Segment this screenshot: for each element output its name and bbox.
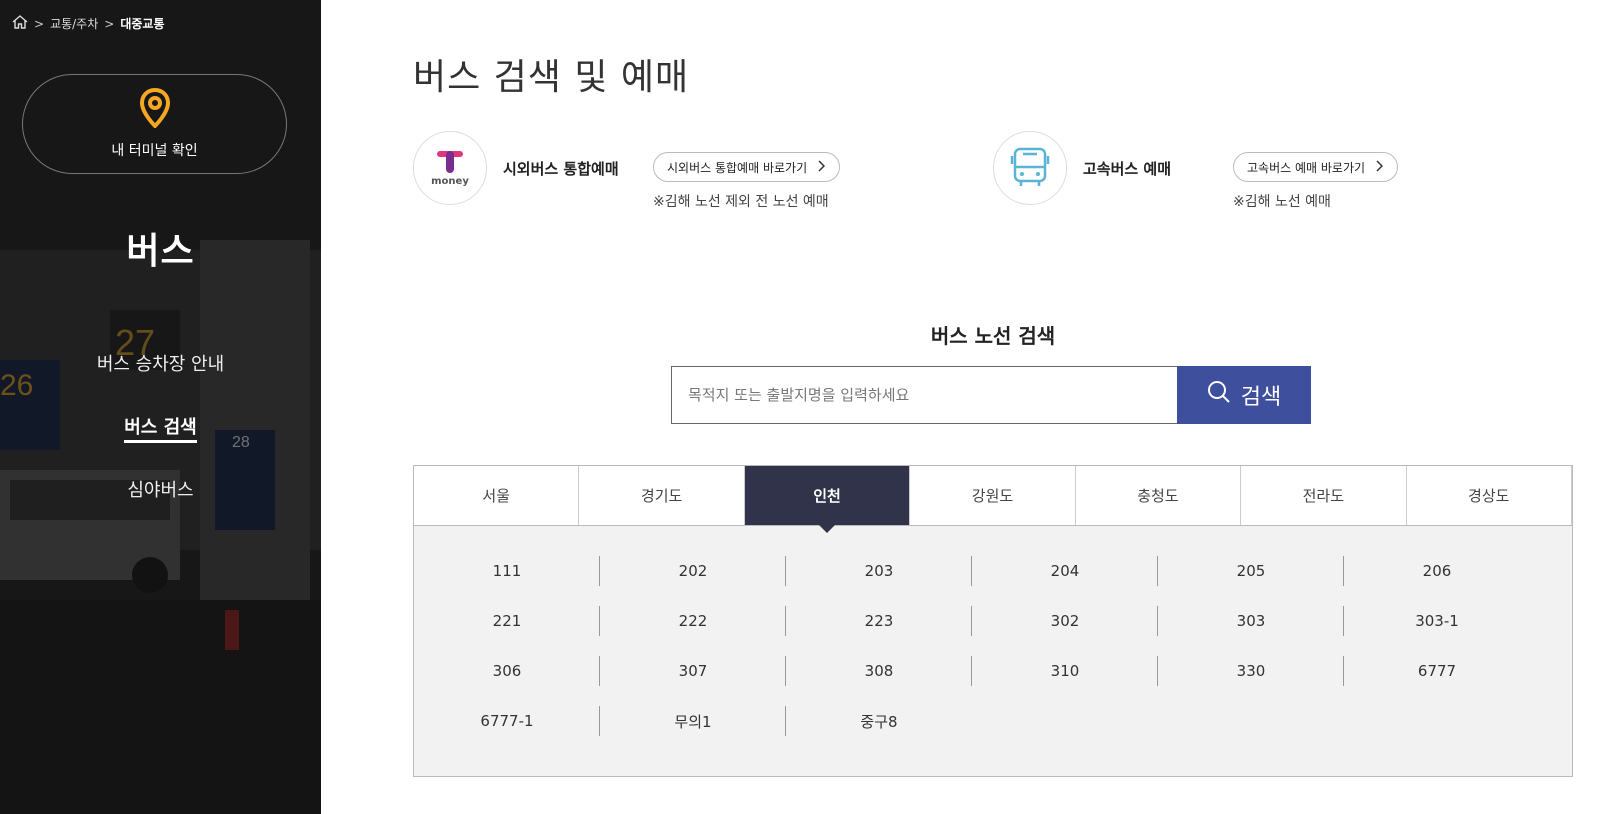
route-link[interactable]: 223 [786,606,972,636]
route-link[interactable]: 205 [1158,556,1344,586]
sidebar-item-night-bus[interactable]: 심야버스 [0,476,321,539]
breadcrumb-separator: > [34,16,45,31]
tab-gyeongsang[interactable]: 경상도 [1407,466,1572,525]
route-search-input[interactable] [671,366,1177,424]
sidebar-menu: 버스 승차장 안내 버스 검색 심야버스 [0,350,321,539]
chevron-right-icon [1375,159,1384,175]
route-link[interactable]: 222 [600,606,786,636]
route-link[interactable]: 303 [1158,606,1344,636]
tmoney-logo: money [413,131,487,205]
route-search-title: 버스 노선 검색 [930,324,1056,348]
sidebar-item-label: 버스 승차장 안내 [96,354,225,375]
sidebar-item-label: 버스 검색 [124,417,197,443]
page-title: 버스 검색 및 예매 [413,57,690,98]
tab-gangwon[interactable]: 강원도 [910,466,1076,525]
tmoney-logo-text: money [431,176,469,187]
breadcrumb-item-public-transport[interactable]: 대중교통 [120,15,164,32]
intercity-booking-note: ※김해 노선 제외 전 노선 예매 [653,194,829,210]
route-search-box: 검색 [671,366,1311,424]
route-link[interactable]: 204 [972,556,1158,586]
breadcrumb-separator: > [104,16,115,31]
search-button-label: 검색 [1240,385,1282,410]
main-content: 버스 검색 및 예매 money 시외버스 통합예매 시외버스 통합예매 바로가… [413,0,1573,814]
route-link[interactable]: 221 [414,606,600,636]
route-link[interactable]: 무의1 [600,706,786,736]
route-link[interactable]: 6777 [1344,656,1530,686]
tab-jeolla[interactable]: 전라도 [1241,466,1407,525]
my-terminal-label: 내 터미널 확인 [111,143,198,159]
breadcrumb-item-traffic[interactable]: 교통/주차 [50,15,98,32]
intercity-booking-link-button[interactable]: 시외버스 통합예매 바로가기 [653,152,841,182]
tab-gyeonggi[interactable]: 경기도 [579,466,745,525]
home-icon[interactable] [12,15,28,32]
intercity-booking: money 시외버스 통합예매 시외버스 통합예매 바로가기 ※김해 노선 제외… [413,131,841,211]
sidebar: 26 27 28 > 교통/주차 > 대중교통 내 터미널 확인 버스 버스 승… [0,0,321,814]
location-pin-icon [139,87,171,132]
route-link[interactable]: 202 [600,556,786,586]
route-link[interactable]: 330 [1158,656,1344,686]
link-button-label: 고속버스 예매 바로가기 [1247,160,1366,175]
tab-incheon[interactable]: 인천 [744,466,911,533]
route-link[interactable]: 310 [972,656,1158,686]
express-booking-link-button[interactable]: 고속버스 예매 바로가기 [1233,152,1399,182]
link-button-label: 시외버스 통합예매 바로가기 [667,160,808,175]
tab-chungcheong[interactable]: 충청도 [1076,466,1242,525]
breadcrumb: > 교통/주차 > 대중교통 [12,15,165,32]
my-terminal-button[interactable]: 내 터미널 확인 [22,74,287,174]
intercity-booking-name: 시외버스 통합예매 [503,160,619,178]
route-link[interactable]: 303-1 [1344,606,1530,636]
sidebar-item-bus-search[interactable]: 버스 검색 [0,413,321,476]
route-link[interactable]: 6777-1 [414,706,600,736]
express-booking: 고속버스 예매 고속버스 예매 바로가기 ※김해 노선 예매 [993,131,1399,211]
route-link[interactable]: 111 [414,556,600,586]
bus-icon [1010,147,1050,186]
search-icon [1207,380,1231,410]
route-link[interactable]: 307 [600,656,786,686]
route-link[interactable]: 308 [786,656,972,686]
express-bus-logo [993,131,1067,205]
search-button[interactable]: 검색 [1177,366,1311,424]
route-link[interactable]: 203 [786,556,972,586]
chevron-right-icon [817,159,826,175]
sidebar-title: 버스 [126,231,195,272]
route-link[interactable]: 306 [414,656,600,686]
route-link[interactable]: 중구8 [786,706,972,736]
express-booking-note: ※김해 노선 예매 [1233,194,1331,210]
sidebar-item-label: 심야버스 [127,480,194,501]
express-booking-name: 고속버스 예매 [1083,160,1172,178]
sidebar-item-bus-stops[interactable]: 버스 승차장 안내 [0,350,321,413]
region-route-panel: 서울 경기도 인천 강원도 충청도 전라도 경상도 111 202 203 20… [413,465,1573,777]
tab-seoul[interactable]: 서울 [414,466,580,525]
route-list: 111 202 203 204 205 206 221 222 223 302 … [414,526,1572,756]
region-tabs: 서울 경기도 인천 강원도 충청도 전라도 경상도 [414,466,1572,533]
route-link[interactable]: 206 [1344,556,1530,586]
route-link[interactable]: 302 [972,606,1158,636]
tmoney-t-icon [437,151,463,173]
